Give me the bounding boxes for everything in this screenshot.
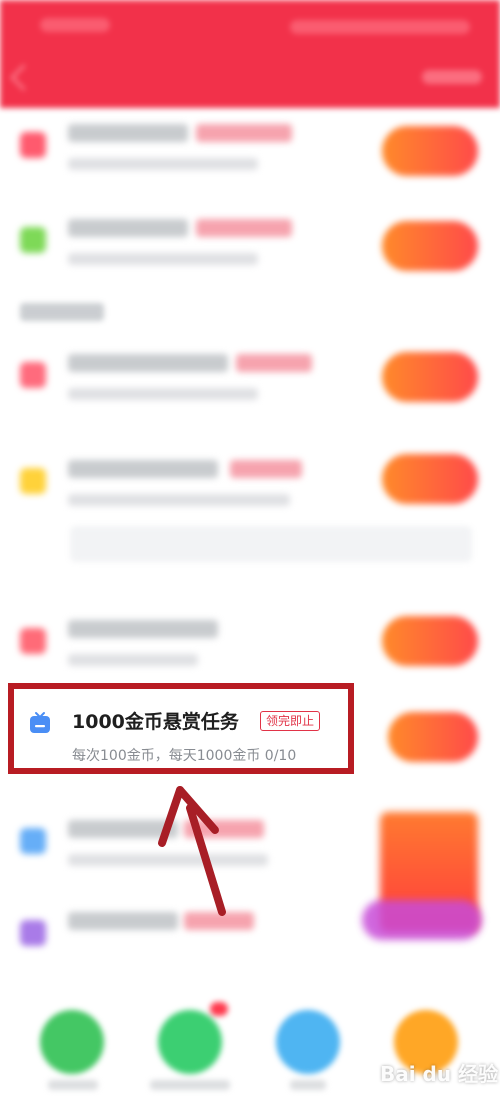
annotation-arrow [158, 786, 226, 916]
watermark: Bai du 经验 [380, 1062, 499, 1086]
